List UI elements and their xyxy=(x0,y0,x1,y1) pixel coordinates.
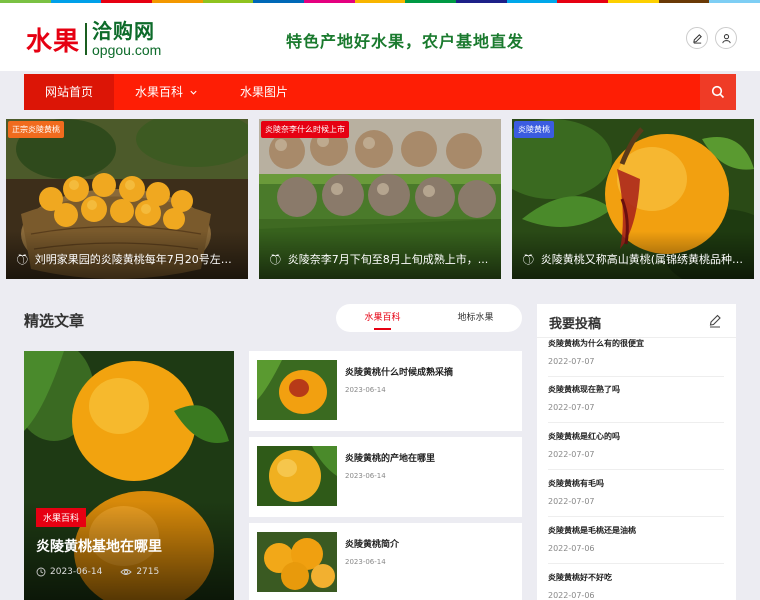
submit-post-button[interactable] xyxy=(686,27,708,49)
post-thumbnail[interactable] xyxy=(257,360,337,420)
featured-tabs: 水果百科 地标水果 xyxy=(336,304,522,332)
sidebar-item-title[interactable]: 炎陵黄桃有毛吗 xyxy=(548,478,724,489)
hero-caption-text: 炎陵奈李7月下旬至8月上旬成熟上市，... xyxy=(287,253,489,266)
peach-icon: 🍑︎ xyxy=(16,255,29,266)
sidebar-item-date: 2022-07-07 xyxy=(548,450,595,459)
featured-category-badge[interactable]: 水果百科 xyxy=(36,508,87,527)
tab-fruit-wiki[interactable]: 水果百科 xyxy=(336,304,429,332)
site-slogan: 特色产地好水果，农户基地直发 xyxy=(286,32,525,51)
hero-tag[interactable]: 正宗炎陵黄桃 xyxy=(8,121,64,138)
featured-section-title: 精选文章 xyxy=(24,312,85,330)
logo-name: 洽购网 xyxy=(92,19,156,43)
sidebar-divider xyxy=(548,376,724,377)
nav-fruit-wiki-label: 水果百科 xyxy=(135,85,184,99)
user-login-button[interactable] xyxy=(715,27,737,49)
edit-icon xyxy=(692,33,702,44)
featured-main-card[interactable]: 水果百科 炎陵黄桃基地在哪里 2023-06-14 2715 xyxy=(24,351,234,600)
sidebar-item-title[interactable]: 炎陵黄桃现在熟了吗 xyxy=(548,384,724,395)
hero-caption-text: 炎陵黄桃又称高山黄桃(属锦绣黄桃品种)... xyxy=(540,253,747,266)
sidebar-divider xyxy=(548,563,724,564)
sidebar-item-date: 2022-07-07 xyxy=(548,357,595,366)
sidebar-list-item[interactable]: 炎陵黄桃是红心的吗 2022-07-07 xyxy=(548,431,724,459)
post-list-item[interactable]: 炎陵黄桃什么时候成熟采摘 2023-06-14 xyxy=(249,351,522,431)
post-title[interactable]: 炎陵黄桃的产地在哪里 xyxy=(345,451,435,464)
hero-tag[interactable]: 炎陵黄桃 xyxy=(514,121,554,138)
post-thumbnail[interactable] xyxy=(257,532,337,592)
sidebar-item-title[interactable]: 炎陵黄桃是毛桃还是油桃 xyxy=(548,525,724,536)
sidebar-item-title[interactable]: 炎陵黄桃好不好吃 xyxy=(548,572,724,583)
featured-main-views: 2715 xyxy=(136,567,160,577)
edit-icon xyxy=(709,314,721,328)
main-nav: 网站首页 水果百科 水果图片 xyxy=(24,74,736,110)
post-date: 2023-06-14 xyxy=(345,558,386,566)
sidebar-divider xyxy=(548,469,724,470)
search-button[interactable] xyxy=(700,74,736,110)
sidebar-list-item[interactable]: 炎陵黄桃好不好吃 2022-07-06 xyxy=(548,572,724,600)
hero-card-2[interactable]: 炎陵奈李什么时候上市 🍑︎ 炎陵奈李7月下旬至8月上旬成熟上市，... xyxy=(259,119,501,279)
hero-caption[interactable]: 🍑︎ 炎陵黄桃又称高山黄桃(属锦绣黄桃品种)... xyxy=(512,231,754,279)
user-icon xyxy=(721,33,731,43)
hero-caption[interactable]: 🍑︎ 炎陵奈李7月下旬至8月上旬成熟上市，... xyxy=(259,231,501,279)
sidebar-item-title[interactable]: 炎陵黄桃为什么有的很便宜 xyxy=(548,338,724,349)
sidebar-list-item[interactable]: 炎陵黄桃为什么有的很便宜 2022-07-07 xyxy=(548,338,724,366)
nav-fruit-images-label: 水果图片 xyxy=(240,85,289,99)
nav-fruit-images[interactable]: 水果图片 xyxy=(219,74,309,110)
site-header: 水果 洽购网 opgou.com 特色产地好水果，农户基地直发 xyxy=(0,3,760,71)
sidebar-submit-panel: 我要投稿 炎陵黄桃为什么有的很便宜 2022-07-07 炎陵黄桃现在熟了吗 2… xyxy=(537,304,736,600)
site-logo[interactable]: 水果 洽购网 opgou.com xyxy=(26,19,161,59)
featured-main-date: 2023-06-14 xyxy=(50,567,103,577)
sidebar-item-date: 2022-07-06 xyxy=(548,591,595,600)
sidebar-item-date: 2022-07-06 xyxy=(548,544,595,553)
hero-tag[interactable]: 炎陵奈李什么时候上市 xyxy=(261,121,349,138)
featured-main-image xyxy=(24,351,234,600)
logo-domain: opgou.com xyxy=(92,42,162,58)
hero-caption[interactable]: 🍑︎ 刘明家果园的炎陵黄桃每年7月20号左右... xyxy=(6,231,248,279)
tab-landmark-fruit[interactable]: 地标水果 xyxy=(429,304,522,332)
sidebar-list-item[interactable]: 炎陵黄桃是毛桃还是油桃 2022-07-06 xyxy=(548,525,724,553)
hero-card-3[interactable]: 炎陵黄桃 🍑︎ 炎陵黄桃又称高山黄桃(属锦绣黄桃品种)... xyxy=(512,119,754,279)
sidebar-item-title[interactable]: 炎陵黄桃是红心的吗 xyxy=(548,431,724,442)
post-thumbnail[interactable] xyxy=(257,446,337,506)
sidebar-edit-button[interactable] xyxy=(708,313,722,332)
post-date: 2023-06-14 xyxy=(345,472,386,480)
peach-icon: 🍑︎ xyxy=(269,255,282,266)
eye-icon xyxy=(120,569,132,575)
sidebar-list-item[interactable]: 炎陵黄桃有毛吗 2022-07-07 xyxy=(548,478,724,506)
chevron-down-icon xyxy=(190,90,197,95)
post-list-item[interactable]: 炎陵黄桃简介 2023-06-14 xyxy=(249,523,522,600)
post-list-item[interactable]: 炎陵黄桃的产地在哪里 2023-06-14 xyxy=(249,437,522,517)
nav-home[interactable]: 网站首页 xyxy=(24,74,115,110)
post-title[interactable]: 炎陵黄桃什么时候成熟采摘 xyxy=(345,365,453,378)
sidebar-header: 我要投稿 xyxy=(537,304,736,338)
sidebar-title: 我要投稿 xyxy=(549,317,602,332)
sidebar-divider xyxy=(548,422,724,423)
logo-fruit-text: 水果 xyxy=(26,26,81,57)
logo-wordmark: 洽购网 opgou.com xyxy=(92,21,161,57)
featured-main-title[interactable]: 炎陵黄桃基地在哪里 xyxy=(36,536,162,556)
hero-caption-text: 刘明家果园的炎陵黄桃每年7月20号左右... xyxy=(34,253,243,266)
sidebar-item-date: 2022-07-07 xyxy=(548,403,595,412)
clock-icon xyxy=(36,567,46,577)
featured-main-meta: 2023-06-14 2715 xyxy=(36,567,163,577)
post-title[interactable]: 炎陵黄桃简介 xyxy=(345,537,399,550)
search-icon xyxy=(711,85,725,99)
nav-fruit-wiki[interactable]: 水果百科 xyxy=(114,74,219,110)
nav-home-label: 网站首页 xyxy=(45,85,94,99)
post-date: 2023-06-14 xyxy=(345,386,386,394)
logo-divider xyxy=(85,23,88,55)
peach-icon: 🍑︎ xyxy=(522,255,535,266)
sidebar-divider xyxy=(548,516,724,517)
sidebar-item-date: 2022-07-07 xyxy=(548,497,595,506)
sidebar-list-item[interactable]: 炎陵黄桃现在熟了吗 2022-07-07 xyxy=(548,384,724,412)
hero-card-1[interactable]: 正宗炎陵黄桃 🍑︎ 刘明家果园的炎陵黄桃每年7月20号左右... xyxy=(6,119,248,279)
